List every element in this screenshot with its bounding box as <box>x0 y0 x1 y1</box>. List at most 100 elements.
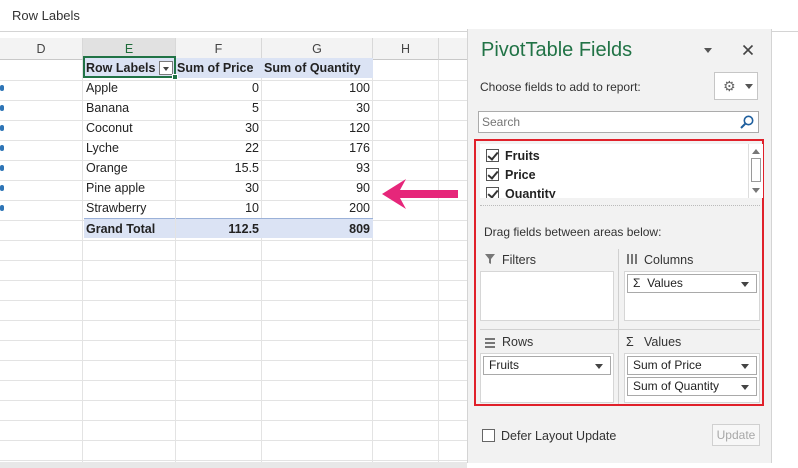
field-item-fruits[interactable]: Fruits <box>486 147 540 165</box>
gridline <box>438 60 439 468</box>
sigma-icon: Σ <box>633 276 641 290</box>
gridline <box>0 440 470 441</box>
close-icon[interactable] <box>742 44 754 56</box>
values-field-pill[interactable]: Sum of Price <box>627 356 757 375</box>
formula-bar[interactable]: Row Labels <box>0 0 798 32</box>
pivot-row-quantity[interactable]: 90 <box>262 178 370 198</box>
field-item-price[interactable]: Price <box>486 166 536 184</box>
pane-options-chevron-icon[interactable] <box>703 47 713 55</box>
name-box[interactable]: Row Labels <box>12 8 80 23</box>
scroll-up-icon[interactable] <box>752 149 760 154</box>
rows-area-title: Rows <box>502 335 534 349</box>
pivot-row-price[interactable]: 15.5 <box>176 158 259 178</box>
values-field-pill[interactable]: Sum of Quantity <box>627 377 757 396</box>
chevron-down-icon[interactable] <box>595 364 603 369</box>
defer-layout-update[interactable]: Defer Layout Update <box>482 429 616 443</box>
defer-label: Defer Layout Update <box>501 429 617 443</box>
chevron-down-icon <box>745 84 753 89</box>
grand-total-price[interactable]: 112.5 <box>176 218 262 238</box>
search-input[interactable] <box>479 112 729 132</box>
checkbox-checked-icon[interactable] <box>486 149 499 163</box>
tools-button[interactable]: ⚙ <box>714 72 758 100</box>
pivot-row-label[interactable]: Pine apple <box>86 178 174 198</box>
pivot-row-label[interactable]: Strawberry <box>86 198 174 218</box>
column-header-f[interactable]: F <box>176 38 262 60</box>
pivot-row-quantity[interactable]: 200 <box>262 198 370 218</box>
pivot-row-price[interactable]: 30 <box>176 118 259 138</box>
pivot-row-price[interactable]: 30 <box>176 178 259 198</box>
field-label: Quantity <box>505 187 556 198</box>
pivot-row-price[interactable]: 10 <box>176 198 259 218</box>
pivot-row-quantity[interactable]: 120 <box>262 118 370 138</box>
pivot-row-label[interactable]: Lyche <box>86 138 174 158</box>
filters-drop-area[interactable] <box>480 271 614 321</box>
update-button[interactable]: Update <box>712 424 760 446</box>
rows-drop-area[interactable]: Fruits <box>480 353 614 403</box>
pivot-header-price[interactable]: Sum of Price <box>176 58 262 78</box>
pill-label: Fruits <box>489 358 519 372</box>
horizontal-scrollbar[interactable] <box>0 462 467 468</box>
pivot-row-quantity[interactable]: 100 <box>262 78 370 98</box>
checkbox-checked-icon[interactable] <box>486 187 499 198</box>
pivottable-fields-pane: PivotTable Fields Choose fields to add t… <box>467 29 772 463</box>
columns-field-pill[interactable]: Σ Values <box>627 274 757 293</box>
gridline <box>0 260 470 261</box>
columns-icon <box>627 254 637 264</box>
scroll-down-icon[interactable] <box>752 188 760 193</box>
defer-checkbox[interactable] <box>482 429 495 443</box>
pivot-row-quantity[interactable]: 30 <box>262 98 370 118</box>
search-icon[interactable] <box>739 114 755 130</box>
hyperlink-marker <box>0 145 4 151</box>
drag-fields-label: Drag fields between areas below: <box>484 225 662 239</box>
gear-icon: ⚙ <box>723 78 736 94</box>
filters-area-title: Filters <box>502 253 537 267</box>
chevron-down-icon[interactable] <box>741 385 749 390</box>
field-list[interactable]: Fruits Price Quantity <box>480 144 763 198</box>
column-header-h[interactable]: H <box>373 38 439 60</box>
gridline <box>0 320 470 321</box>
field-list-scrollbar[interactable] <box>748 144 763 198</box>
grand-total-label[interactable]: Grand Total <box>84 218 175 238</box>
pivot-row-quantity[interactable]: 176 <box>262 138 370 158</box>
gridline <box>0 380 470 381</box>
hyperlink-marker <box>0 185 4 191</box>
choose-fields-label: Choose fields to add to report: <box>480 80 641 94</box>
field-search-box[interactable] <box>478 111 759 133</box>
column-header-d[interactable]: D <box>0 38 83 60</box>
sigma-icon: Σ <box>626 335 634 349</box>
field-label: Fruits <box>505 149 540 163</box>
pivot-row-price[interactable]: 5 <box>176 98 259 118</box>
chevron-down-icon[interactable] <box>741 364 749 369</box>
gridline <box>0 400 470 401</box>
checkbox-checked-icon[interactable] <box>486 168 499 182</box>
rows-field-pill[interactable]: Fruits <box>483 356 611 375</box>
values-drop-area[interactable]: Sum of Price Sum of Quantity <box>624 353 760 403</box>
pivot-header-quantity[interactable]: Sum of Quantity <box>262 58 373 78</box>
pivot-row-label[interactable]: Banana <box>86 98 174 118</box>
gridline <box>372 60 373 468</box>
hyperlink-marker <box>0 105 4 111</box>
pivot-row-label[interactable]: Apple <box>86 78 174 98</box>
pivot-row-price[interactable]: 22 <box>176 138 259 158</box>
gridline <box>82 60 83 468</box>
chevron-down-icon[interactable] <box>741 282 749 287</box>
gridline <box>0 340 470 341</box>
scroll-thumb[interactable] <box>751 158 761 182</box>
active-cell-selection <box>83 56 176 78</box>
field-item-quantity[interactable]: Quantity <box>486 185 556 198</box>
area-divider <box>480 329 760 330</box>
pane-title: PivotTable Fields <box>481 39 633 61</box>
gridline <box>0 360 470 361</box>
pivot-row-price[interactable]: 0 <box>176 78 259 98</box>
grand-total-quantity[interactable]: 809 <box>262 218 373 238</box>
hyperlink-marker <box>0 205 4 211</box>
gridline <box>0 460 470 461</box>
column-header-g[interactable]: G <box>262 38 373 60</box>
pivot-row-quantity[interactable]: 93 <box>262 158 370 178</box>
pivot-row-label[interactable]: Coconut <box>86 118 174 138</box>
columns-drop-area[interactable]: Σ Values <box>624 271 760 321</box>
gridline <box>0 420 470 421</box>
pill-label: Sum of Quantity <box>633 379 720 393</box>
gridline <box>0 240 470 241</box>
pivot-row-label[interactable]: Orange <box>86 158 174 178</box>
